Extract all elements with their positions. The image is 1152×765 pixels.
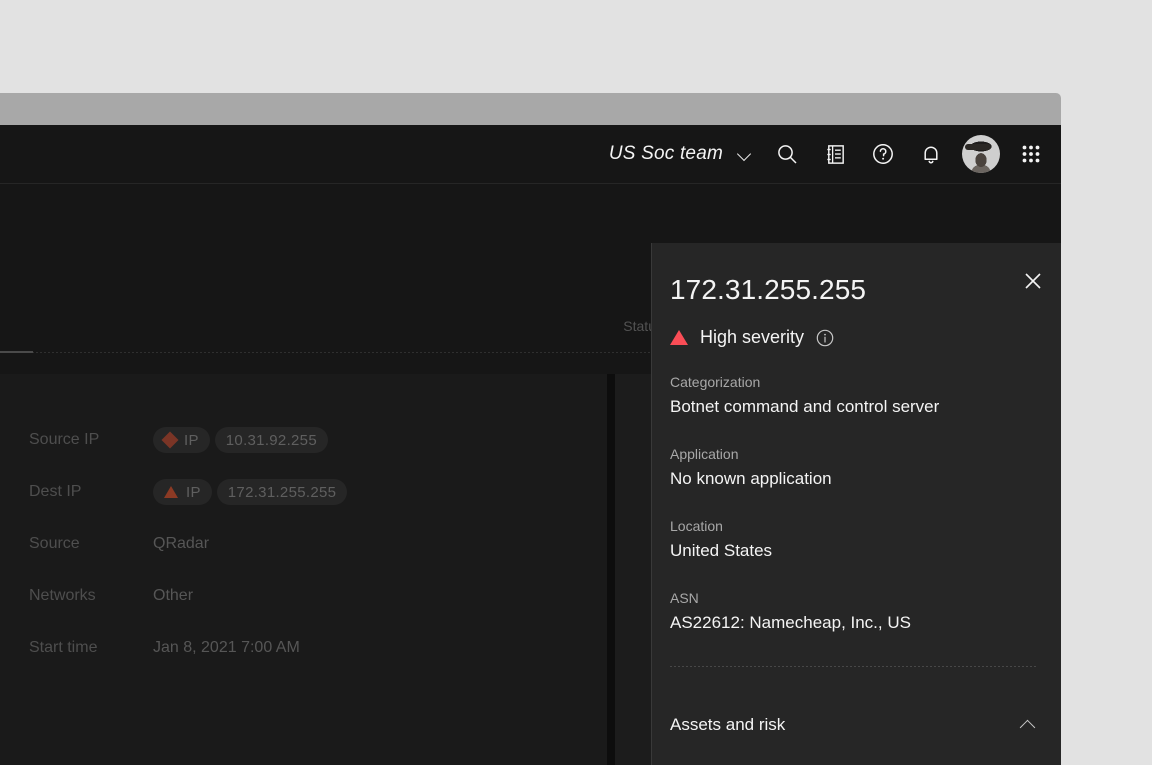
row-label: Start time [29, 639, 98, 656]
row-label: Source [29, 535, 80, 552]
ipv4-details-section: IPv4 details IPv4 [652, 757, 1061, 765]
content-area: Status Source IP IP 10.31.92.255 Dest IP… [0, 184, 1061, 765]
row-label: Source IP [29, 431, 100, 448]
row-value: IP 172.31.255.255 [153, 479, 348, 505]
field-asn: ASN AS22612: Namecheap, Inc., US [670, 588, 1037, 636]
details-card: Source IP IP 10.31.92.255 Dest IP IP 172… [0, 374, 607, 765]
row-label: Networks [29, 587, 96, 604]
field-value: AS22612: Namecheap, Inc., US [670, 613, 911, 632]
help-button[interactable] [859, 125, 907, 184]
browser-chrome-bar [0, 93, 1061, 125]
search-button[interactable] [763, 125, 811, 184]
notebook-button[interactable] [811, 125, 859, 184]
notebook-icon [824, 143, 847, 166]
severity-label: High severity [700, 327, 805, 347]
chevron-up-icon [1019, 719, 1037, 731]
panel-divider [670, 666, 1037, 667]
tag-label: IP [184, 431, 199, 449]
notification-bell-icon [919, 142, 943, 166]
severity-diamond-icon [161, 431, 179, 449]
table-row: Source IP IP 10.31.92.255 [29, 414, 587, 466]
row-value: QRadar [153, 535, 210, 552]
field-label: Application [670, 446, 739, 462]
detail-panel: 172.31.255.255 High severity Categorizat… [651, 243, 1061, 765]
table-row: Networks Other [29, 570, 587, 622]
panel-header: 172.31.255.255 High severity Categorizat… [652, 243, 1061, 693]
row-value: Other [153, 587, 194, 604]
accordion-assets-and-risk[interactable]: Assets and risk [652, 693, 1061, 757]
close-icon [1022, 270, 1044, 297]
team-switcher-label: US Soc team [608, 143, 723, 164]
field-value: Botnet command and control server [670, 397, 940, 416]
field-application: Application No known application [670, 444, 1037, 492]
close-button[interactable] [1013, 263, 1053, 303]
table-row: Source QRadar [29, 518, 587, 570]
severity-triangle-icon [670, 330, 688, 345]
page-backdrop: US Soc team Status Source IP IP 10.31.92… [0, 0, 1152, 765]
avatar [962, 135, 1000, 173]
details-table: Source IP IP 10.31.92.255 Dest IP IP 172… [29, 414, 587, 674]
ip-value-tag[interactable]: 10.31.92.255 [214, 427, 328, 453]
app-switcher-icon [1019, 142, 1043, 166]
tag-label: IP [186, 483, 201, 501]
field-location: Location United States [670, 516, 1037, 564]
field-categorization: Categorization Botnet command and contro… [670, 372, 1037, 420]
severity-triangle-icon [164, 486, 178, 498]
chevron-down-icon [737, 149, 753, 159]
field-value: No known application [670, 469, 832, 488]
table-row: Dest IP IP 172.31.255.255 [29, 466, 587, 518]
row-label: Dest IP [29, 483, 82, 500]
user-profile-button[interactable] [955, 125, 1007, 184]
app-window: US Soc team Status Source IP IP 10.31.92… [0, 125, 1061, 765]
field-value: United States [670, 541, 773, 560]
information-icon[interactable] [816, 329, 834, 347]
table-row: Start time Jan 8, 2021 7:00 AM [29, 622, 587, 674]
severity-tag[interactable]: IP [153, 479, 212, 505]
notifications-button[interactable] [907, 125, 955, 184]
team-switcher[interactable]: US Soc team [593, 125, 763, 184]
severity-tag[interactable]: IP [153, 427, 210, 453]
app-header: US Soc team [0, 125, 1061, 184]
field-label: Location [670, 518, 723, 534]
ip-value-tag[interactable]: 172.31.255.255 [216, 479, 348, 505]
field-label: Categorization [670, 374, 761, 390]
app-switcher-button[interactable] [1007, 125, 1055, 184]
accordion-title: Assets and risk [670, 715, 786, 734]
field-label: ASN [670, 590, 699, 606]
status-badge: High severity [670, 327, 1037, 348]
help-icon [871, 142, 895, 166]
search-icon [775, 142, 799, 166]
row-value: Jan 8, 2021 7:00 AM [153, 639, 300, 656]
active-tab-indicator [0, 351, 33, 353]
row-value: IP 10.31.92.255 [153, 427, 328, 453]
page-title: 172.31.255.255 [670, 274, 867, 305]
